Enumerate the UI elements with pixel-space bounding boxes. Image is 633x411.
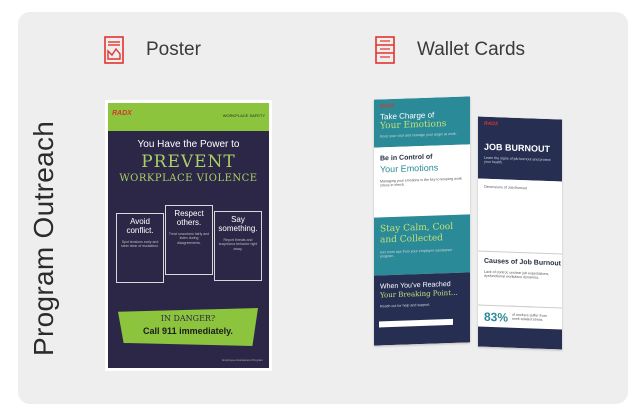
poster-thumbnail[interactable]: RADX WORKPLACE SAFETY You Have the Power…	[105, 100, 272, 371]
card-block: When You've Reached Your Breaking Point.…	[374, 272, 470, 346]
card-block: Causes of Job Burnout Lack of control, u…	[478, 250, 562, 308]
wallet-card-logo: RADX	[380, 102, 395, 110]
section-title: Program Outreach	[28, 120, 59, 356]
wallet-card-logo: RADX	[484, 120, 499, 128]
card3-line2: and Collected	[380, 233, 443, 246]
card-block: RADX Take Charge of Your Emotions Keep y…	[374, 96, 470, 148]
poster-top-right-text: WORKPLACE SAFETY	[222, 113, 265, 118]
card4-line2: Your Breaking Point...	[380, 288, 458, 300]
wallet-card-left[interactable]: RADX Take Charge of Your Emotions Keep y…	[374, 96, 470, 346]
card2-sub: Managing your emotions is the key to kee…	[380, 176, 462, 188]
poster-title-line-2: PREVENT	[141, 152, 236, 172]
poster-column-text: Treat coworkers fairly and listen during…	[168, 231, 210, 245]
wallet-cards-header[interactable]: Wallet Cards	[375, 36, 525, 64]
burnout-sub: Learn the signs of job burnout and prote…	[484, 155, 551, 165]
poster-logo: RADX	[112, 110, 132, 117]
wallet-card-right[interactable]: RADX JOB BURNOUT Learn the signs of job …	[478, 116, 562, 350]
poster-banner-line-1: IN DANGER?	[160, 314, 216, 323]
poster-title-line-3: WORKPLACE VIOLENCE	[119, 173, 258, 184]
card-block: Be in Control of Your Emotions Managing …	[374, 144, 470, 218]
burnout-stat-sub: of workers suffer from work-related stre…	[512, 312, 547, 322]
card-block	[478, 326, 562, 350]
poster-danger-banner: IN DANGER? Call 911 immediately.	[118, 308, 258, 346]
card1-line2: Your Emotions	[380, 119, 447, 132]
poster-column-title: Respect others.	[174, 209, 204, 227]
poster-column: Avoid conflict. Spot tensions early and …	[116, 213, 164, 283]
poster-footnote: Employee Assistance Program	[222, 358, 263, 362]
poster-column-title: Avoid conflict.	[126, 217, 154, 235]
poster-column-text: Report threats and suspicious behavior r…	[218, 237, 258, 251]
poster-label: Poster	[146, 39, 201, 60]
card2-line2: Your Emotions	[380, 162, 439, 175]
wallet-cards-icon	[375, 36, 395, 64]
poster-header[interactable]: Poster	[104, 36, 201, 64]
poster-column-text: Spot tensions early and steer clear of e…	[121, 239, 159, 249]
poster-image: RADX WORKPLACE SAFETY You Have the Power…	[108, 103, 269, 368]
card4-link-bar	[379, 318, 453, 328]
poster-column: Respect others. Treat coworkers fairly a…	[165, 205, 213, 275]
poster-icon	[104, 36, 124, 64]
card-block: RADX JOB BURNOUT Learn the signs of job …	[478, 116, 562, 182]
card-block: Stay Calm, Cool and Collected Get more t…	[374, 214, 470, 276]
causes-title: Causes of Job Burnout	[484, 257, 562, 268]
card3-sub: Get more tips from your employee assista…	[380, 247, 453, 259]
card4-sub: Reach out for help and support.	[380, 302, 431, 309]
card-block: Dimensions of Job Burnout	[478, 178, 562, 309]
card1-sub: Keep your cool and manage your anger at …	[380, 131, 457, 139]
causes-sub: Lack of control, unclear job expectation…	[484, 269, 550, 280]
poster-column: Say something. Report threats and suspic…	[214, 211, 262, 281]
wallet-cards-label: Wallet Cards	[417, 39, 526, 60]
poster-banner-line-2: Call 911 immediately.	[143, 326, 233, 336]
card-block: 83% of workers suffer from work-related …	[478, 304, 562, 330]
burnout-stat: 83%	[484, 309, 509, 325]
triangle-label: Dimensions of Job Burnout	[484, 184, 528, 191]
poster-column-title: Say something.	[218, 215, 258, 233]
burnout-title: JOB BURNOUT	[484, 141, 551, 155]
poster-title-line-1: You Have the Power to	[137, 139, 240, 150]
